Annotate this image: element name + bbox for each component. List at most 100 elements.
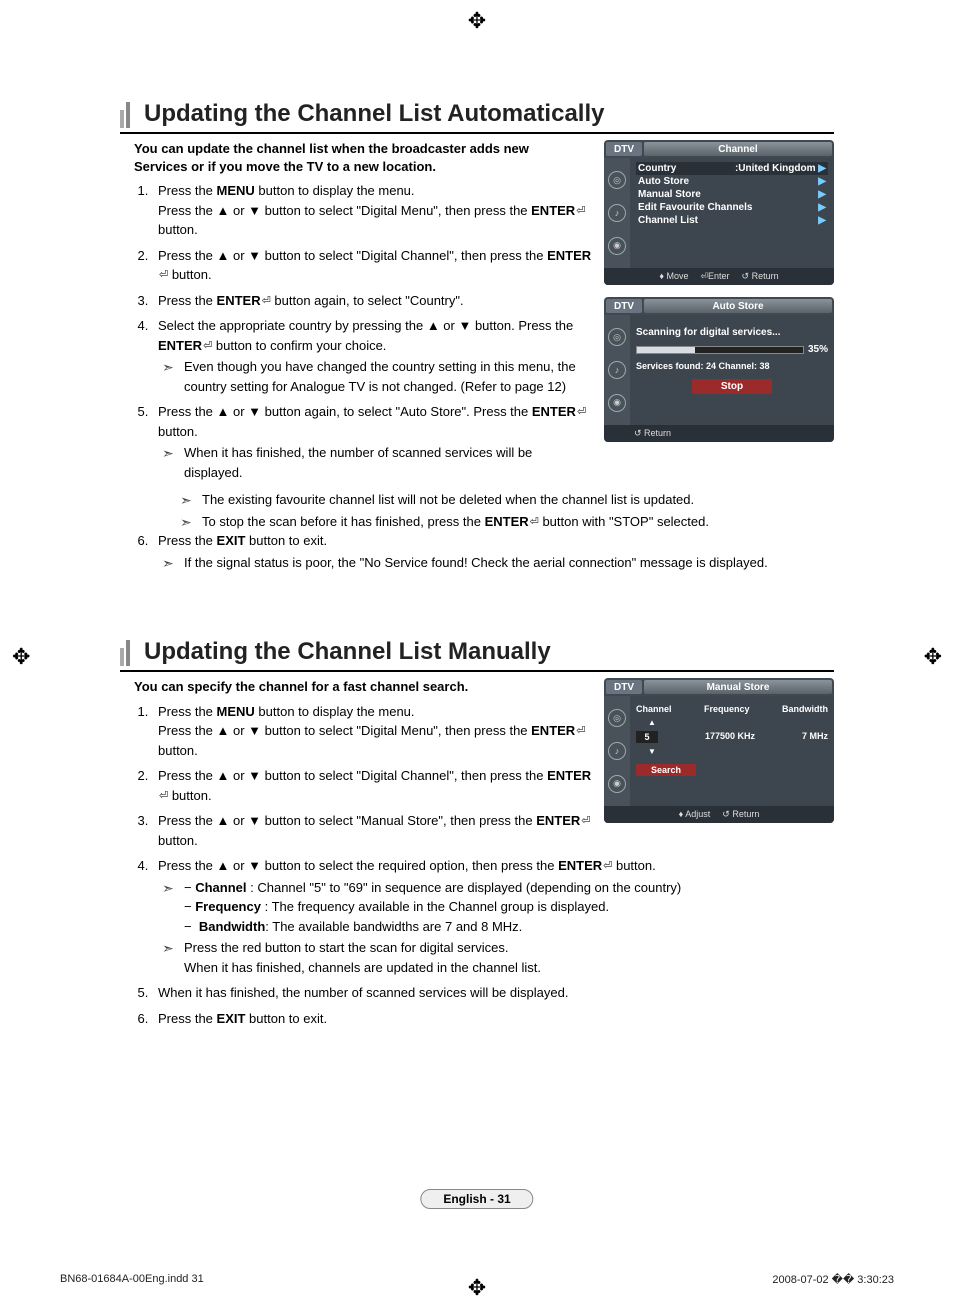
- osd-title: Auto Store: [644, 299, 832, 313]
- registration-mark-icon: ✥: [924, 646, 942, 668]
- section2-title: Updating the Channel List Manually: [144, 638, 551, 666]
- footer-left: BN68-01684A-00Eng.indd 31: [60, 1273, 204, 1286]
- picture-icon: ◎: [608, 709, 626, 727]
- osd-sidebar: ◎ ♪ ◉: [604, 158, 630, 268]
- arrow-right-icon: ▶: [818, 202, 826, 213]
- osd-channel-menu: DTV Channel ◎ ♪ ◉ Country :United King: [604, 140, 834, 285]
- step-5-note2: The existing favourite channel list will…: [176, 490, 834, 510]
- section2-steps-cont: Press the ▲ or ▼ button to select the re…: [134, 856, 834, 1028]
- menu-row-channellist[interactable]: Channel List ▶: [636, 214, 828, 227]
- section2-intro: You can specify the channel for a fast c…: [134, 678, 574, 696]
- s2-step-1: Press the MENU button to display the men…: [152, 702, 594, 761]
- arrow-right-icon: ▶: [818, 215, 826, 226]
- step-2: Press the ▲ or ▼ button to select "Digit…: [152, 246, 594, 285]
- osd-footer: ♦ Move ⏎Enter ↺ Return: [604, 268, 834, 285]
- footer-return: ↺ Return: [634, 428, 671, 439]
- arrow-right-icon: ▶: [818, 189, 826, 200]
- osd-footer: ↺ Return: [604, 425, 834, 442]
- step-1: Press the MENU button to display the men…: [152, 181, 594, 240]
- osd-title: Manual Store: [644, 680, 832, 694]
- s2-step-5: When it has finished, the number of scan…: [152, 983, 834, 1003]
- s2-step-4: Press the ▲ or ▼ button to select the re…: [152, 856, 834, 977]
- picture-icon: ◎: [608, 328, 626, 346]
- footer-right: 2008-07-02 �� 3:30:23: [772, 1273, 894, 1286]
- s2-step4-note1: − Channel : Channel "5" to "69" in seque…: [158, 878, 834, 937]
- osd-footer: ♦ Adjust ↺ Return: [604, 806, 834, 823]
- osd-main: Country :United Kingdom ▶ Auto Store ▶ M…: [630, 158, 834, 268]
- s2-step4-note2: Press the red button to start the scan f…: [158, 938, 834, 977]
- progress-bar: [636, 346, 804, 354]
- s2-step-3: Press the ▲ or ▼ button to select "Manua…: [152, 811, 594, 850]
- enter-icon: ⏎: [603, 858, 612, 875]
- section1-title: Updating the Channel List Automatically: [144, 100, 604, 128]
- title-bar-icon: [120, 640, 132, 666]
- channel-icon: ◉: [608, 775, 626, 793]
- arrow-up-icon: ▲: [648, 718, 828, 727]
- enter-icon: ⏎: [159, 267, 168, 284]
- arrow-down-icon: ▼: [648, 747, 828, 756]
- footer-enter: ⏎Enter: [700, 271, 729, 282]
- services-found: Services found: 24 Channel: 38: [636, 361, 828, 371]
- osd-manualstore: DTV Manual Store ◎ ♪ ◉ Channel Frequen: [604, 678, 834, 823]
- sound-icon: ♪: [608, 361, 626, 379]
- section1-steps: Press the MENU button to display the men…: [134, 181, 594, 482]
- dtv-tag: DTV: [606, 299, 642, 313]
- col-channel: Channel: [636, 704, 672, 714]
- picture-icon: ◎: [608, 171, 626, 189]
- print-footer: BN68-01684A-00Eng.indd 31 2008-07-02 �� …: [60, 1273, 894, 1286]
- stop-button[interactable]: Stop: [692, 379, 772, 394]
- menu-row-favourites[interactable]: Edit Favourite Channels ▶: [636, 201, 828, 214]
- menu-row-manualstore[interactable]: Manual Store ▶: [636, 188, 828, 201]
- step-5-note3: To stop the scan before it has finished,…: [176, 512, 834, 532]
- col-bandwidth: Bandwidth: [782, 704, 828, 714]
- section1-intro: You can update the channel list when the…: [134, 140, 574, 175]
- osd-autostore: DTV Auto Store ◎ ♪ ◉ Scanning for digita…: [604, 297, 834, 442]
- s2-step-6: Press the EXIT button to exit.: [152, 1009, 834, 1029]
- osd-sidebar: ◎ ♪ ◉: [604, 696, 630, 806]
- search-button[interactable]: Search: [636, 764, 696, 776]
- enter-icon: ⏎: [530, 514, 539, 531]
- step-6: Press the EXIT button to exit. If the si…: [152, 531, 834, 572]
- channel-icon: ◉: [608, 237, 626, 255]
- osd-title: Channel: [644, 142, 832, 156]
- s2-step-2: Press the ▲ or ▼ button to select "Digit…: [152, 766, 594, 805]
- footer-move: ♦ Move: [659, 271, 688, 282]
- enter-icon: ⏎: [576, 723, 585, 740]
- arrow-right-icon: ▶: [818, 163, 826, 174]
- footer-return: ↺ Return: [742, 271, 779, 282]
- footer-return: ↺ Return: [722, 809, 759, 820]
- registration-mark-icon: ✥: [12, 646, 30, 668]
- footer-adjust: ♦ Adjust: [679, 809, 711, 820]
- step-4: Select the appropriate country by pressi…: [152, 316, 594, 396]
- osd-sidebar: ◎ ♪ ◉: [604, 315, 630, 425]
- section2-steps: Press the MENU button to display the men…: [134, 702, 594, 851]
- dtv-tag: DTV: [606, 680, 642, 694]
- title-underline: [120, 670, 834, 672]
- enter-icon: ⏎: [576, 203, 585, 220]
- arrow-right-icon: ▶: [818, 176, 826, 187]
- step-4-note: Even though you have changed the country…: [158, 357, 594, 396]
- enter-icon: ⏎: [577, 404, 586, 421]
- step-6-note: If the signal status is poor, the "No Se…: [158, 553, 834, 573]
- step-3: Press the ENTER⏎ button again, to select…: [152, 291, 594, 311]
- sound-icon: ♪: [608, 204, 626, 222]
- step-5: Press the ▲ or ▼ button again, to select…: [152, 402, 594, 482]
- sound-icon: ♪: [608, 742, 626, 760]
- progress-fill: [637, 347, 695, 353]
- channel-icon: ◉: [608, 394, 626, 412]
- step-5-note1: When it has finished, the number of scan…: [158, 443, 594, 482]
- enter-icon: ⏎: [159, 788, 168, 805]
- title-bar-icon: [120, 102, 132, 128]
- menu-row-country[interactable]: Country :United Kingdom ▶: [636, 162, 828, 175]
- val-freq: 177500: [705, 731, 735, 741]
- dtv-tag: DTV: [606, 142, 642, 156]
- registration-mark-icon: ✥: [468, 10, 486, 32]
- enter-icon: ⏎: [581, 813, 590, 830]
- scanning-text: Scanning for digital services...: [636, 327, 828, 338]
- menu-row-autostore[interactable]: Auto Store ▶: [636, 175, 828, 188]
- val-channel[interactable]: 5: [636, 731, 658, 743]
- val-bw: 7: [802, 731, 807, 741]
- enter-icon: ⏎: [203, 338, 212, 355]
- col-frequency: Frequency: [704, 704, 750, 714]
- section1-steps-cont: Press the EXIT button to exit. If the si…: [134, 531, 834, 572]
